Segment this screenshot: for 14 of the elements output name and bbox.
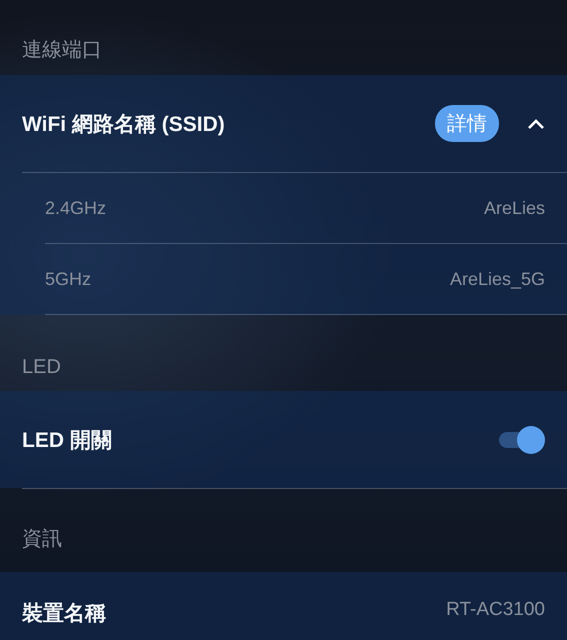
band-label: 5GHz <box>45 268 92 290</box>
chevron-icon[interactable] <box>527 118 545 130</box>
section-header: LED <box>22 356 61 379</box>
row-value: RT-AC3100 <box>446 599 545 621</box>
band-label: 2.4GHz <box>45 198 108 218</box>
section-header: 連線端口 <box>22 38 102 63</box>
ssid-value: AreLies <box>484 198 545 218</box>
row-label: LED 開關 <box>22 428 113 454</box>
ssid-value: AreLies_5G <box>450 268 545 290</box>
details-button[interactable]: 詳情 <box>435 105 499 142</box>
row-label: WiFi 網路名稱 (SSID) <box>22 112 226 138</box>
row-label: 裝置名稱 <box>22 601 107 627</box>
toggle-switch[interactable] <box>499 424 545 454</box>
section-header: 資訊 <box>22 527 62 552</box>
